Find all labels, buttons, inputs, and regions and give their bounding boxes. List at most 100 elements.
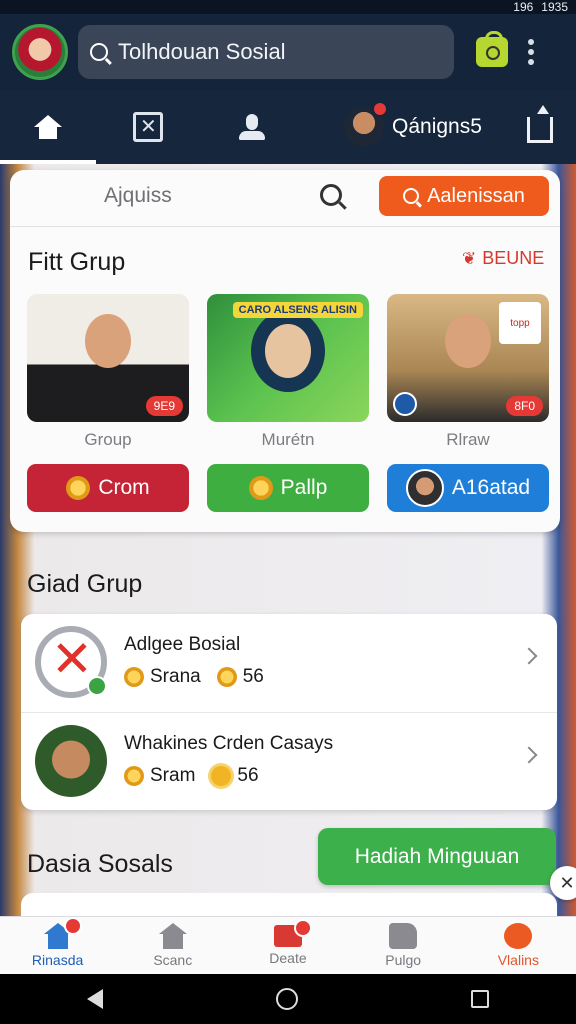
group-thumbnail-3[interactable]: topp 8F0 [387,294,549,422]
pill-label: A16atad [451,476,531,499]
pill-button-a16atad[interactable]: A16atad [387,464,549,512]
coin-icon [216,667,237,687]
divider [10,226,560,227]
list-card-peek [21,893,557,916]
pill-button-crom[interactable]: Crom [27,464,189,512]
section-title-featured: Fitt Grup [28,248,126,276]
notification-dot [372,101,388,117]
bottom-nav: Rinasda Scanc Deate Pulgo Vlalins [0,916,576,974]
system-nav-bar [0,974,576,1024]
thumbnail-badge: 8F0 [506,396,543,416]
section-title-social: Dasia Sosals [27,850,173,878]
thumbnail-badge: 9E9 [145,396,183,416]
meta-name: Sram [150,765,196,786]
shopping-bag-icon[interactable] [476,31,508,67]
bottom-nav-home[interactable]: Rinasda [0,917,115,975]
top-nav-tabs: Qánigns5 [0,90,576,164]
person-image [445,314,491,368]
chevron-right-icon [520,746,538,764]
share-icon [527,105,553,143]
section-title-groups: Giad Grup [27,570,143,598]
list-item-title: Whakines Crden Casays [124,733,334,754]
group-thumbnail-1[interactable]: 9E9 [27,294,189,422]
microphone-icon [237,114,267,140]
sun-icon [211,766,232,786]
puzzle-icon [389,923,418,949]
pill-label: Pallp [280,476,328,499]
search-text: Tolhdouan Sosial [118,39,286,64]
list-item[interactable]: Whakines Crden Casays Sram 56 [21,712,557,810]
fire-icon [504,923,533,949]
home-button-icon[interactable] [275,988,298,1010]
avatar [405,469,444,507]
list-item-meta: Srana 56 [124,666,264,688]
bottom-nav-label: Vlalins [497,952,539,968]
app-header: Tolhdouan Sosial [0,14,576,90]
back-arrow-icon [393,392,417,416]
notification-dot [63,917,82,935]
search-icon [403,188,420,204]
coin-icon [66,476,91,500]
meta-count: 56 [237,765,259,786]
thumbnail-sign: topp [499,302,541,344]
user-avatar[interactable] [12,24,68,80]
pill-label: Crom [98,476,150,499]
list-item-title: Adlgee Bosial [124,634,241,655]
coin-icon [248,476,273,500]
tab-share[interactable] [504,90,576,164]
tools-icon [133,112,163,142]
close-icon[interactable]: ✕ [550,866,576,900]
battery-level: 196 [513,0,534,14]
tab-profile[interactable]: Qánigns5 [304,90,504,164]
status-bar: 196 1935 [0,0,576,14]
bottom-nav-label: Pulgo [385,952,422,968]
thumbnail-caption: Rlraw [446,430,490,449]
group-list: Adlgee Bosial Srana 56 Whakines Crden Ca… [21,614,557,810]
tab-voice[interactable] [200,90,304,164]
card-icon [273,919,312,947]
back-icon[interactable] [86,989,103,1009]
thumbnail-caption: Murétn [261,430,315,449]
thumbnail-caption: Group [84,430,132,449]
profile-avatar [344,101,388,147]
meta-count: 56 [242,666,264,687]
bottom-nav-pulgo[interactable]: Pulgo [346,917,461,975]
bottom-nav-scan[interactable]: Scanc [115,917,230,975]
home-icon [34,115,62,139]
tab-home[interactable] [0,90,96,164]
person-image [265,324,311,378]
search-action-button[interactable]: Aalenissan [379,176,549,216]
tab-tools[interactable] [96,90,200,164]
bottom-nav-vlalins[interactable]: Vlalins [461,917,576,975]
see-more-link[interactable]: ❦ BEUNE [462,248,544,269]
list-item-meta: Sram 56 [124,765,259,787]
more-menu-icon[interactable] [528,39,534,65]
clock: 1935 [541,0,568,14]
bottom-nav-label: Scanc [153,952,193,968]
see-more-label: BEUNE [482,248,545,268]
search-icon [90,43,108,61]
coin-icon [124,667,144,687]
bottom-nav-label: Rinasda [31,952,84,968]
chevron-right-icon [520,647,538,665]
search-input[interactable]: Tolhdouan Sosial [78,25,454,79]
bottom-nav-label: Deate [269,950,307,966]
card-search-label[interactable]: Ajquiss [104,184,172,208]
coin-icon [124,766,144,786]
check-icon [87,676,107,696]
thumbnail-sign: CARO ALSENS ALISIN [232,302,363,318]
profile-name: Qánigns5 [392,115,482,138]
notification-dot [293,919,312,937]
home-icon [43,917,82,949]
featured-card: Ajquiss Aalenissan Fitt Grup ❦ BEUNE 9E9… [10,170,560,532]
bottom-nav-deate[interactable]: Deate [230,917,345,975]
close-group-icon [35,626,107,698]
list-item[interactable]: Adlgee Bosial Srana 56 [21,614,557,712]
avatar [35,725,107,797]
heart-icon: ❦ [462,248,477,269]
weekly-reward-button[interactable]: Hadiah Minguuan [318,828,556,885]
search-icon[interactable] [320,184,342,206]
group-thumbnail-2[interactable]: CARO ALSENS ALISIN [207,294,369,422]
recent-apps-icon[interactable] [471,990,490,1008]
pill-button-pallp[interactable]: Pallp [207,464,369,512]
